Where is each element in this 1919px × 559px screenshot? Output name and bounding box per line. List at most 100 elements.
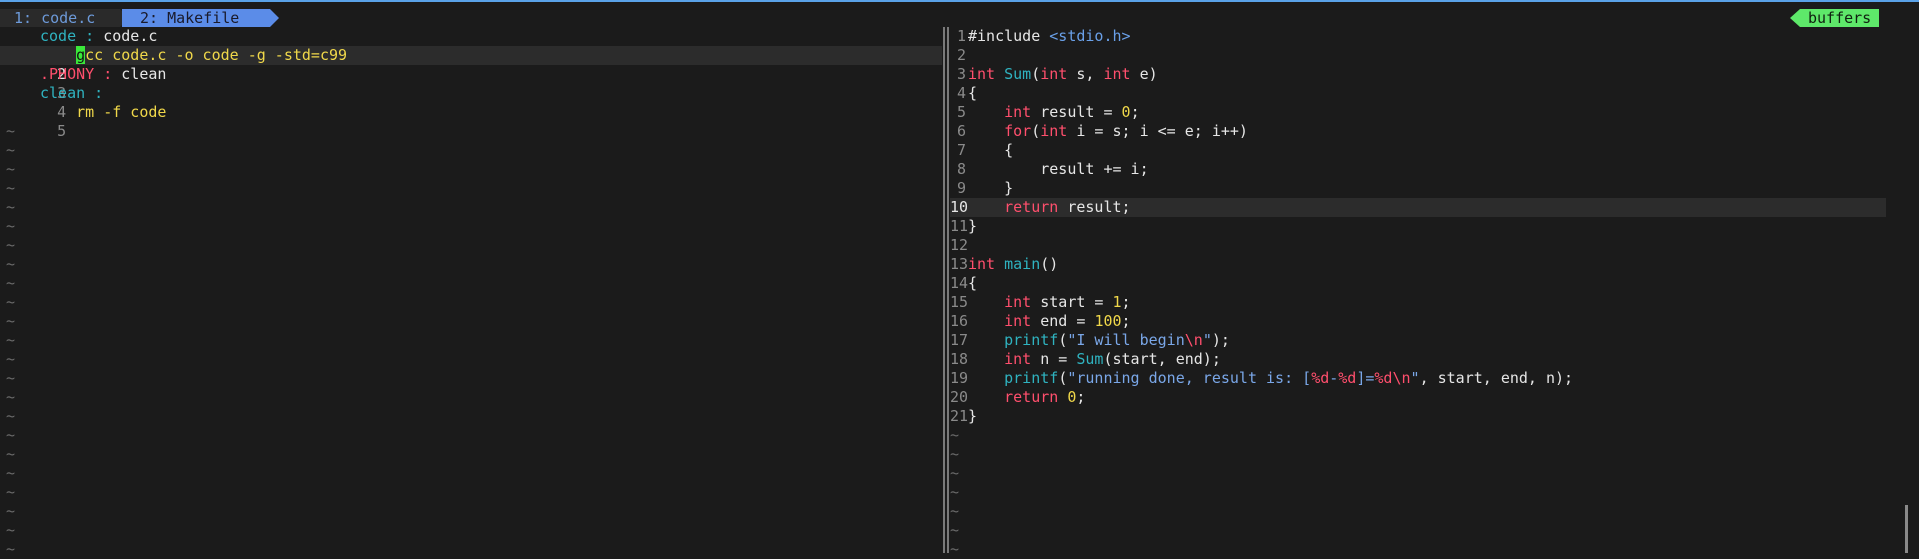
code-line[interactable]: 4 clean : xyxy=(0,84,942,121)
line-text: { xyxy=(968,84,978,102)
line-text: clean : xyxy=(40,84,104,102)
editor-pane-code-c[interactable]: 1 #include <stdio.h> 2 3 int Sum(int s, in… xyxy=(950,27,1886,558)
line-number: 10 xyxy=(950,198,969,216)
line-text: printf("I will begin\n"); xyxy=(1004,331,1230,349)
code-line[interactable]: 19 printf("running done, result is: [%d-… xyxy=(950,369,1886,388)
empty-line-marker: ~ xyxy=(6,388,16,406)
line-text: int Sum(int s, int e) xyxy=(968,65,1158,83)
empty-line-marker: ~ xyxy=(6,407,16,425)
line-number: 1 xyxy=(956,27,966,45)
code-line[interactable]: 5 int result = 0; xyxy=(950,103,1886,122)
code-line[interactable]: 20 return 0; xyxy=(950,388,1886,407)
code-line[interactable]: 3 .PHONY : clean xyxy=(0,65,942,102)
empty-line-marker: ~ xyxy=(6,255,16,273)
empty-line-marker: ~ xyxy=(6,198,16,216)
line-text: int end = 100; xyxy=(1004,312,1131,330)
line-text: } xyxy=(968,217,978,235)
empty-line-marker: ~ xyxy=(950,540,960,558)
empty-line-marker: ~ xyxy=(6,540,16,558)
line-text: .PHONY : clean xyxy=(40,65,167,83)
empty-line-marker: ~ xyxy=(6,179,16,197)
code-line[interactable]: 1 code : code.c xyxy=(0,27,942,64)
editor-pane-makefile[interactable]: 1 code : code.c 2 gcc code.c -o code -g … xyxy=(0,27,942,558)
empty-line-marker: ~ xyxy=(950,521,960,539)
empty-line-marker: ~ xyxy=(950,502,960,520)
line-text: } xyxy=(968,407,978,425)
line-number: 19 xyxy=(950,369,969,387)
empty-line-marker: ~ xyxy=(6,274,16,292)
empty-line-marker: ~ xyxy=(6,369,16,387)
code-line[interactable]: 9 } xyxy=(950,179,1886,198)
empty-line-marker: ~ xyxy=(950,464,960,482)
empty-line-marker: ~ xyxy=(6,445,16,463)
line-number: 11 xyxy=(950,217,969,235)
line-number: 2 xyxy=(956,46,966,64)
line-text: return result; xyxy=(1004,198,1131,216)
code-line[interactable]: 12 xyxy=(950,236,1886,255)
empty-line-marker: ~ xyxy=(6,160,16,178)
tabline: 1: code.c 2: Makefile buffers xyxy=(0,5,1919,27)
line-text: { xyxy=(968,274,978,292)
code-line[interactable]: 1 #include <stdio.h> xyxy=(950,27,1886,46)
buffers-badge: buffers xyxy=(1800,9,1879,27)
code-line-current[interactable]: 10 return result; xyxy=(950,198,1886,217)
tab-code-c[interactable]: 1: code.c xyxy=(0,9,120,27)
line-number: 3 xyxy=(956,65,966,83)
code-line[interactable]: 2 xyxy=(950,46,1886,65)
line-text: } xyxy=(1004,179,1014,197)
code-line[interactable]: 4{ xyxy=(950,84,1886,103)
line-text: int result = 0; xyxy=(1004,103,1140,121)
line-text: result += i; xyxy=(1040,160,1149,178)
code-line[interactable]: 11} xyxy=(950,217,1886,236)
line-text: for(int i = s; i <= e; i++) xyxy=(1004,122,1248,140)
code-line[interactable]: 3 int Sum(int s, int e) xyxy=(950,65,1886,84)
line-text: #include <stdio.h> xyxy=(968,27,1131,45)
scrollbar[interactable] xyxy=(1905,505,1908,553)
code-line[interactable]: 6 for(int i = s; i <= e; i++) xyxy=(950,122,1886,141)
code-line[interactable]: 17 printf("I will begin\n"); xyxy=(950,331,1886,350)
line-text: gcc code.c -o code -g -std=c99 xyxy=(76,46,348,64)
code-line[interactable]: 13 int main() xyxy=(950,255,1886,274)
split-divider[interactable] xyxy=(943,27,949,553)
line-number: 9 xyxy=(956,179,966,197)
tab-makefile[interactable]: 2: Makefile xyxy=(122,9,270,27)
empty-line-marker: ~ xyxy=(6,350,16,368)
code-line-current[interactable]: 2 gcc code.c -o code -g -std=c99 xyxy=(0,46,942,83)
line-number: 8 xyxy=(956,160,966,178)
line-number: 5 xyxy=(956,103,966,121)
line-text: int start = 1; xyxy=(1004,293,1131,311)
line-number: 5 xyxy=(57,122,67,140)
line-number: 6 xyxy=(956,122,966,140)
empty-line-marker: ~ xyxy=(6,141,16,159)
line-number: 20 xyxy=(950,388,969,406)
line-number: 18 xyxy=(950,350,969,368)
empty-line-marker: ~ xyxy=(6,293,16,311)
line-number: 4 xyxy=(956,84,966,102)
line-text: printf("running done, result is: [%d-%d]… xyxy=(1004,369,1574,387)
buffers-separator-icon xyxy=(1790,9,1800,27)
empty-line-marker: ~ xyxy=(6,502,16,520)
code-line[interactable]: 18 int n = Sum(start, end); xyxy=(950,350,1886,369)
line-text: { xyxy=(1004,141,1014,159)
empty-line-marker: ~ xyxy=(950,483,960,501)
text-cursor: g xyxy=(76,46,86,64)
line-number: 16 xyxy=(950,312,969,330)
empty-line-marker: ~ xyxy=(6,331,16,349)
line-text: int main() xyxy=(968,255,1059,273)
line-number: 7 xyxy=(956,141,966,159)
code-line[interactable]: 8 result += i; xyxy=(950,160,1886,179)
empty-line-marker: ~ xyxy=(6,122,16,140)
window-top-border xyxy=(0,0,1919,2)
empty-line-marker: ~ xyxy=(6,464,16,482)
line-text: code : code.c xyxy=(40,27,158,45)
code-line[interactable]: 15 int start = 1; xyxy=(950,293,1886,312)
code-line[interactable]: 21} xyxy=(950,407,1886,426)
code-line[interactable]: 14{ xyxy=(950,274,1886,293)
code-line[interactable]: 7 { xyxy=(950,141,1886,160)
line-number: 17 xyxy=(950,331,969,349)
line-number: 13 xyxy=(950,255,969,273)
empty-line-marker: ~ xyxy=(950,445,960,463)
code-line[interactable]: 16 int end = 100; xyxy=(950,312,1886,331)
code-line[interactable]: 5 rm -f code xyxy=(0,103,942,140)
empty-line-marker: ~ xyxy=(6,483,16,501)
